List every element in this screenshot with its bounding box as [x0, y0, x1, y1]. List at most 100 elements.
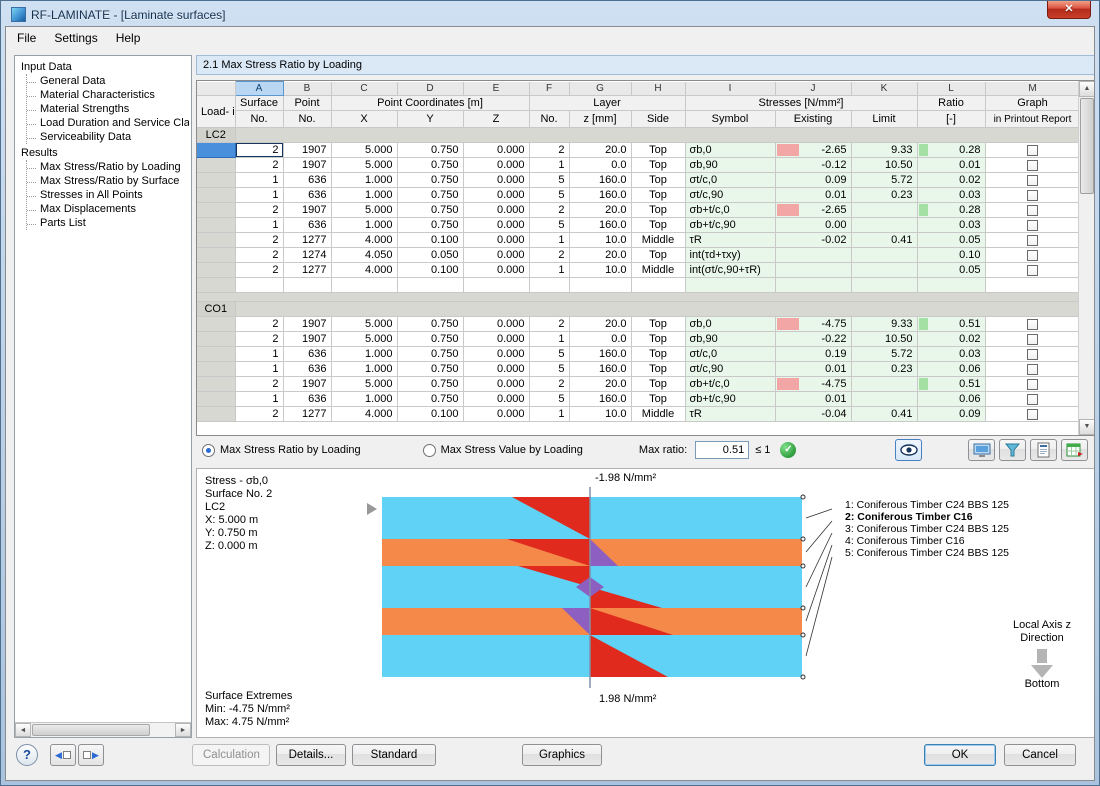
cell-graph[interactable]	[985, 377, 1080, 392]
cell-ratio[interactable]: 0.02	[917, 173, 985, 188]
cell-ratio[interactable]: 0.05	[917, 233, 985, 248]
cell-point[interactable]: 636	[283, 347, 331, 362]
cell-surface[interactable]: 2	[235, 407, 283, 422]
cell-z[interactable]: 0.000	[463, 173, 529, 188]
cell-empty[interactable]	[331, 278, 397, 293]
cell-surface[interactable]: 2	[235, 332, 283, 347]
cell-limit[interactable]: 10.50	[851, 158, 917, 173]
tree-item-parts-list[interactable]: Parts List	[27, 216, 189, 230]
column-letter-b[interactable]: B	[283, 82, 331, 96]
graph-checkbox[interactable]	[1027, 235, 1038, 246]
cell-graph[interactable]	[985, 317, 1080, 332]
tree-item-max-displacements[interactable]: Max Displacements	[27, 202, 189, 216]
graph-checkbox[interactable]	[1027, 220, 1038, 231]
cell-z[interactable]: 0.000	[463, 203, 529, 218]
cell-surface[interactable]: 2	[235, 377, 283, 392]
cell-side[interactable]: Top	[631, 347, 685, 362]
cell-existing[interactable]: -2.65	[775, 143, 851, 158]
cell-x[interactable]: 4.000	[331, 263, 397, 278]
cell-y[interactable]: 0.750	[397, 188, 463, 203]
cell-z[interactable]: 0.000	[463, 263, 529, 278]
cell-ratio[interactable]: 0.51	[917, 317, 985, 332]
cell-graph[interactable]	[985, 158, 1080, 173]
cell-x[interactable]: 1.000	[331, 347, 397, 362]
cell-z-mm[interactable]: 20.0	[569, 143, 631, 158]
row-selector[interactable]	[197, 203, 235, 218]
cell-z[interactable]: 0.000	[463, 317, 529, 332]
cell-y[interactable]: 0.050	[397, 248, 463, 263]
printout-report-button[interactable]	[1030, 439, 1057, 461]
cell-z-mm[interactable]: 20.0	[569, 248, 631, 263]
cell-existing[interactable]	[775, 263, 851, 278]
cell-existing[interactable]: 0.01	[775, 392, 851, 407]
radio-max-stress-value[interactable]	[423, 444, 436, 457]
row-selector[interactable]	[197, 263, 235, 278]
cell-layer-no[interactable]: 2	[529, 377, 569, 392]
scroll-right-arrow-icon[interactable]: ►	[175, 723, 191, 737]
graph-checkbox[interactable]	[1027, 145, 1038, 156]
cell-z-mm[interactable]: 10.0	[569, 263, 631, 278]
cell-surface[interactable]: 2	[235, 203, 283, 218]
cell-z-mm[interactable]: 10.0	[569, 233, 631, 248]
column-letter-m[interactable]: M	[985, 82, 1080, 96]
cell-existing[interactable]: -4.75	[775, 317, 851, 332]
cell-x[interactable]: 5.000	[331, 377, 397, 392]
row-selector[interactable]	[197, 377, 235, 392]
cell-graph[interactable]	[985, 203, 1080, 218]
column-letter-l[interactable]: L	[917, 82, 985, 96]
menu-settings[interactable]: Settings	[45, 28, 106, 48]
radio-max-stress-ratio[interactable]	[202, 444, 215, 457]
cell-z-mm[interactable]: 0.0	[569, 332, 631, 347]
sidebar-horizontal-scrollbar[interactable]: ◄ ►	[15, 722, 191, 737]
cell-point[interactable]: 1274	[283, 248, 331, 263]
row-selector[interactable]	[197, 158, 235, 173]
row-selector[interactable]	[197, 362, 235, 377]
cell-x[interactable]: 5.000	[331, 317, 397, 332]
cell-side[interactable]: Top	[631, 332, 685, 347]
cell-symbol[interactable]: σb+t/c,90	[685, 218, 775, 233]
graph-checkbox[interactable]	[1027, 334, 1038, 345]
cell-y[interactable]: 0.750	[397, 218, 463, 233]
cell-symbol[interactable]: σb+t/c,90	[685, 392, 775, 407]
cell-layer-no[interactable]: 2	[529, 317, 569, 332]
cell-surface[interactable]: 1	[235, 188, 283, 203]
cell-surface[interactable]: 1	[235, 362, 283, 377]
row-selector[interactable]	[197, 278, 235, 293]
column-letter-j[interactable]: J	[775, 82, 851, 96]
cell-ratio[interactable]: 0.06	[917, 362, 985, 377]
cell-y[interactable]: 0.750	[397, 158, 463, 173]
cell-y[interactable]: 0.100	[397, 233, 463, 248]
row-selector[interactable]	[197, 218, 235, 233]
cell-layer-no[interactable]: 5	[529, 188, 569, 203]
cell-y[interactable]: 0.750	[397, 347, 463, 362]
cell-point[interactable]: 1277	[283, 233, 331, 248]
scroll-up-arrow-icon[interactable]: ▲	[1079, 81, 1094, 97]
cell-point[interactable]: 636	[283, 173, 331, 188]
cell-z[interactable]: 0.000	[463, 377, 529, 392]
cell-y[interactable]: 0.750	[397, 203, 463, 218]
cell-y[interactable]: 0.750	[397, 392, 463, 407]
cell-z-mm[interactable]: 160.0	[569, 173, 631, 188]
cell-z-mm[interactable]: 0.0	[569, 158, 631, 173]
cell-x[interactable]: 1.000	[331, 173, 397, 188]
cell-side[interactable]: Middle	[631, 233, 685, 248]
cell-limit[interactable]: 0.23	[851, 362, 917, 377]
cell-surface[interactable]: 2	[235, 263, 283, 278]
export-excel-button[interactable]	[1061, 439, 1088, 461]
cell-empty[interactable]	[985, 278, 1080, 293]
column-letter-i[interactable]: I	[685, 82, 775, 96]
cell-symbol[interactable]: τR	[685, 407, 775, 422]
cell-layer-no[interactable]: 5	[529, 362, 569, 377]
row-selector[interactable]	[197, 317, 235, 332]
help-button[interactable]: ?	[16, 744, 38, 766]
cell-graph[interactable]	[985, 332, 1080, 347]
tree-item-load-duration[interactable]: Load Duration and Service Clas	[27, 116, 189, 130]
cell-graph[interactable]	[985, 407, 1080, 422]
cell-ratio[interactable]: 0.03	[917, 188, 985, 203]
cell-empty[interactable]	[685, 278, 775, 293]
cell-point[interactable]: 1907	[283, 203, 331, 218]
cell-symbol[interactable]: int(τd+τxy)	[685, 248, 775, 263]
cell-side[interactable]: Top	[631, 362, 685, 377]
cell-graph[interactable]	[985, 347, 1080, 362]
column-letter-e[interactable]: E	[463, 82, 529, 96]
